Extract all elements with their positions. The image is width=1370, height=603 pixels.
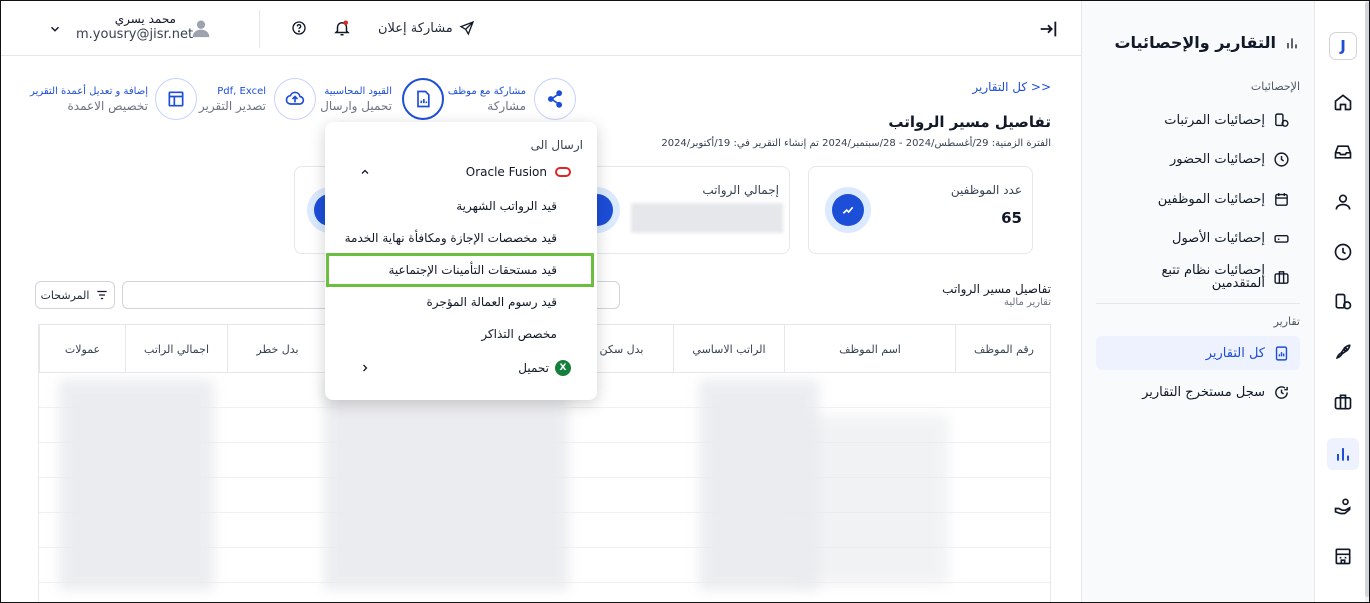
send-to-menu: ارسال الى Oracle Fusion قيد الرواتب الشه… [325, 122, 597, 400]
customize-columns-label: إضافة و تعديل أعمدة التقرير تخصيص الاعمد… [30, 86, 148, 113]
report-icon [417, 90, 430, 108]
sidebar-item-attendance-stats[interactable]: إحصائيات الحضور [1096, 142, 1300, 176]
share-with-employee-label: مشاركة مع موظف مشاركة [447, 86, 526, 113]
customize-columns-button[interactable] [155, 78, 197, 120]
chevron-down-icon[interactable] [48, 22, 62, 36]
bell-icon[interactable] [333, 19, 351, 37]
history-icon [1275, 385, 1288, 399]
rocket-icon[interactable] [1327, 336, 1359, 368]
column-header[interactable]: الراتب الاساسي [673, 325, 784, 373]
accounting-entries-label: القيود المحاسبية تحميل وارسال [320, 86, 392, 113]
sidebar-item-assets-stats[interactable]: إحصائيات الأصول [1096, 221, 1300, 255]
rail-scrollbar[interactable] [1365, 0, 1370, 603]
user-icon[interactable] [1327, 186, 1359, 218]
table-body-blurred [324, 380, 569, 590]
total-salaries-card: إجمالي الرواتب [574, 166, 790, 254]
menu-item-tickets-provision[interactable]: مخصص التذاكر [325, 319, 597, 349]
section-reports-label: تقارير [1273, 315, 1300, 328]
employee-count-card: عدد الموظفين 65 [808, 166, 1033, 254]
sidebar-divider [1096, 303, 1300, 304]
menu-item-leave-eos-entry[interactable]: قيد مخصصات الإجازة ومكافأة نهاية الخدمة [325, 223, 597, 253]
sidebar-item-report-log[interactable]: سجل مستخرج التقارير [1096, 375, 1300, 409]
briefcase-icon [1274, 270, 1289, 284]
chevron-right-icon [363, 364, 368, 372]
filter-icon [97, 290, 108, 300]
table-body-blurred [799, 415, 949, 585]
trend-chart-icon [825, 187, 871, 233]
menu-header: ارسال الى [530, 138, 583, 152]
back-to-all-reports-link[interactable]: << كل التقارير [972, 80, 1051, 94]
reports-sidebar: التقارير والإحصائيات الإحصائيات إحصائيات… [1081, 0, 1314, 603]
table-body-blurred [59, 380, 214, 590]
total-salaries-value-blurred [631, 203, 783, 233]
filters-button[interactable]: المرشحات [35, 281, 115, 309]
accounting-entries-button[interactable] [402, 78, 444, 120]
payroll-icon[interactable] [1327, 286, 1359, 318]
page-title: تفاصيل مسير الرواتب [888, 113, 1051, 131]
clock-icon[interactable] [1327, 236, 1359, 268]
jisr-logo[interactable]: J [1329, 32, 1357, 60]
column-header[interactable]: اسم الموظف [784, 325, 955, 373]
home-icon[interactable] [1327, 86, 1359, 118]
send-icon [459, 20, 474, 36]
user-email: m.yousry@jisr.net [76, 27, 194, 42]
share-with-employee-button[interactable] [534, 78, 576, 120]
chart-icon [1287, 37, 1297, 48]
chevron-up-icon [361, 169, 369, 174]
calendar-icon [1275, 192, 1288, 206]
chart-icon[interactable] [1327, 438, 1359, 470]
menu-item-social-insurance-entry[interactable]: قيد مستحقات التأمينات الإجتماعية [325, 255, 597, 285]
cloud-upload-icon [285, 91, 305, 105]
sidebar-item-all-reports[interactable]: كل التقارير [1096, 336, 1300, 370]
icon-rail: J [1314, 0, 1370, 603]
report-icon [1275, 345, 1288, 361]
menu-item-download[interactable]: X تحميل [325, 353, 597, 383]
column-header[interactable]: عمولات [39, 325, 125, 373]
user-name: محمد يسري [114, 12, 176, 26]
menu-group-oracle-fusion[interactable]: Oracle Fusion [325, 157, 597, 187]
report-period: الفترة الزمنية: 29/أغسطس/2024 - 28/سبتمب… [661, 138, 1051, 149]
top-bar: مشاركة إعلان محمد يسري m.yousry@jisr.net [0, 0, 1081, 56]
share-ad-button[interactable]: مشاركة إعلان [378, 20, 475, 36]
drive-icon [1274, 234, 1289, 243]
sidebar-item-ats-stats[interactable]: إحصائيات نظام تتبع المتقدمين [1096, 260, 1300, 294]
share-icon [547, 90, 563, 108]
building-icon[interactable] [1327, 540, 1359, 572]
section-stats-label: الإحصائيات [1250, 80, 1300, 93]
payroll-icon [1275, 112, 1289, 127]
export-report-button[interactable] [274, 78, 316, 120]
briefcase-icon[interactable] [1327, 386, 1359, 418]
column-header[interactable]: اجمالي الراتب [125, 325, 227, 373]
user-info[interactable]: محمد يسري m.yousry@jisr.net [76, 12, 194, 42]
avatar[interactable] [191, 18, 211, 38]
sidebar-title: التقارير والإحصائيات [1114, 33, 1300, 52]
columns-icon [168, 91, 184, 107]
menu-item-monthly-payroll-entry[interactable]: قيد الرواتب الشهرية [325, 191, 597, 221]
main-content: مشاركة إعلان محمد يسري m.yousry@jisr.net… [0, 0, 1081, 603]
menu-item-leased-labor-fees-entry[interactable]: قيد رسوم العمالة المؤجرة [325, 287, 597, 317]
column-header[interactable]: رقم الموظف [955, 325, 1050, 373]
collapse-sidebar-icon[interactable] [1037, 18, 1059, 40]
sidebar-item-payroll-stats[interactable]: إحصائيات المرتبات [1096, 103, 1300, 137]
column-header[interactable]: بدل خطر [227, 325, 327, 373]
inbox-icon[interactable] [1327, 136, 1359, 168]
help-icon[interactable] [291, 20, 307, 36]
sidebar-item-employee-stats[interactable]: إحصائيات الموظفين [1096, 182, 1300, 216]
excel-icon: X [555, 360, 571, 376]
oracle-icon [555, 167, 571, 177]
table-title: تفاصيل مسير الرواتب تقارير مالية [942, 282, 1051, 308]
hand-coin-icon[interactable] [1327, 490, 1359, 522]
topbar-separator [259, 10, 260, 48]
clock-icon [1274, 151, 1289, 167]
